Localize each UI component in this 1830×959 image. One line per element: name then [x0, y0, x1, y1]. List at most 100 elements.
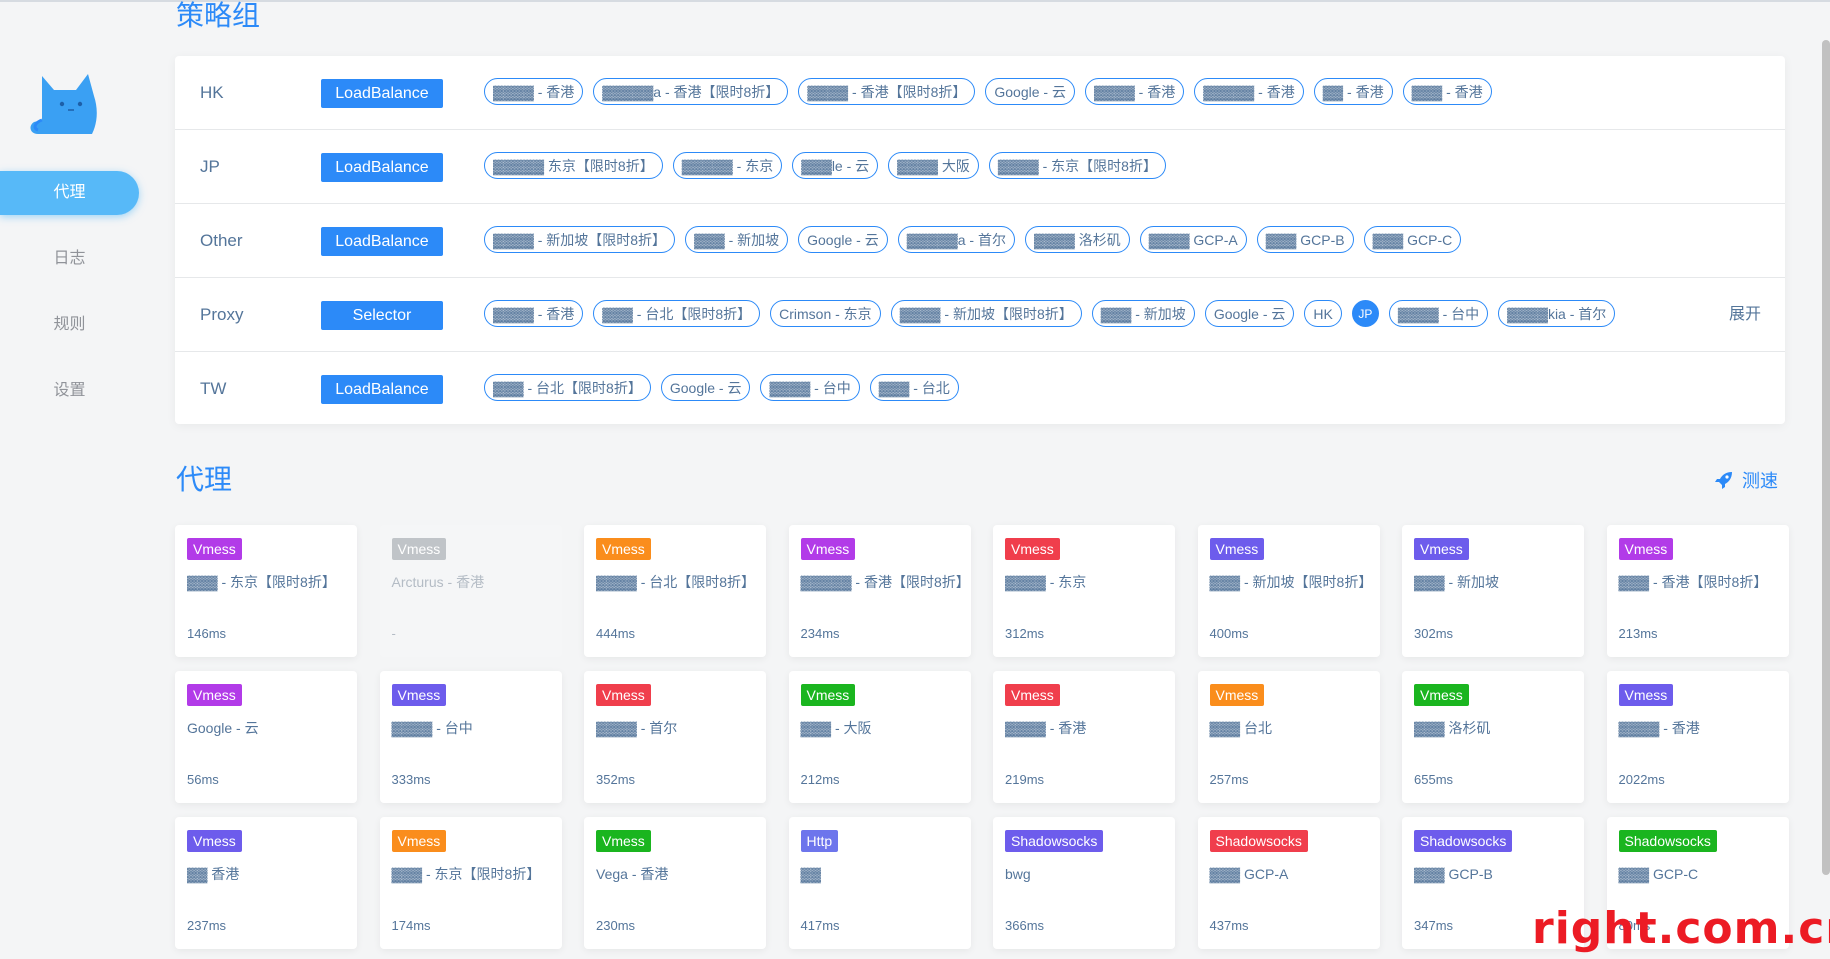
proxy-delay: -	[391, 626, 396, 641]
sidebar-item-2[interactable]: 规则	[0, 303, 139, 347]
proxy-name: ▓▓▓ GCP-C	[1618, 866, 1699, 882]
proxy-delay: 347ms	[1414, 918, 1454, 933]
proxy-type-badge: Shadowsocks	[1414, 830, 1513, 852]
window-top-border	[0, 0, 1830, 2]
proxy-chip[interactable]: ▓▓▓ - 台北【限时8折】	[593, 300, 761, 327]
proxy-chip[interactable]: ▓▓▓▓ - 香港	[1084, 78, 1185, 105]
proxy-card[interactable]: Vmess ▓▓▓▓ - 台中 333ms	[379, 671, 562, 803]
proxy-chip[interactable]: ▓▓▓ - 台北	[869, 374, 959, 401]
proxy-name: ▓▓▓ - 香港【限时8折】	[1618, 574, 1768, 590]
proxy-card[interactable]: Http ▓▓ 417ms	[788, 817, 971, 949]
proxy-card[interactable]: Shadowsocks bwg 366ms	[993, 817, 1175, 949]
proxy-card[interactable]: Vmess ▓▓▓ - 东京【限时8折】 174ms	[379, 817, 562, 949]
proxy-chip[interactable]: ▓▓▓▓ - 香港【限时8折】	[798, 78, 976, 105]
proxy-chip[interactable]: ▓▓▓▓▓a - 首尔	[897, 226, 1015, 253]
proxy-type-badge: Vmess	[187, 684, 242, 706]
proxy-chip[interactable]: ▓▓▓▓ - 新加坡【限时8折】	[890, 300, 1082, 327]
proxy-card[interactable]: Vmess ▓▓▓▓ - 首尔 352ms	[584, 671, 766, 803]
proxy-card[interactable]: Vmess ▓▓▓▓ - 香港 219ms	[993, 671, 1175, 803]
proxy-chip[interactable]: ▓▓▓▓▓ - 东京	[672, 152, 783, 179]
proxy-name: ▓▓▓▓ - 首尔	[596, 720, 678, 736]
proxy-chip[interactable]: JP	[1351, 300, 1379, 327]
proxy-chip[interactable]: ▓▓▓▓ - 香港	[484, 78, 584, 105]
proxy-delay: 56ms	[187, 772, 219, 787]
proxy-chip[interactable]: ▓▓▓ GCP-B	[1256, 226, 1354, 253]
proxy-chip[interactable]: ▓▓▓▓ 大阪	[888, 152, 979, 179]
proxy-chip[interactable]: Google - 云	[985, 78, 1075, 105]
proxy-chip[interactable]: ▓▓▓▓ 洛杉矶	[1024, 226, 1130, 253]
proxy-card[interactable]: Shadowsocks ▓▓▓ GCP-A 437ms	[1197, 817, 1380, 949]
proxy-card[interactable]: Vmess ▓▓▓▓▓ - 香港【限时8折】 234ms	[788, 525, 971, 657]
proxy-type-badge: Vmess	[1618, 538, 1674, 560]
proxy-chip[interactable]: ▓▓ - 香港	[1313, 78, 1393, 105]
proxy-card[interactable]: Vmess ▓▓▓ - 大阪 212ms	[788, 671, 971, 803]
proxy-name: Google - 云	[187, 720, 259, 736]
proxy-chip[interactable]: ▓▓▓▓ GCP-A	[1139, 226, 1247, 253]
proxy-type-badge: Shadowsocks	[1618, 830, 1717, 852]
proxy-chip[interactable]: ▓▓▓▓ - 香港	[484, 300, 584, 327]
proxy-card[interactable]: Vmess ▓▓▓ 洛杉矶 655ms	[1402, 671, 1584, 803]
group-type-badge: Selector	[321, 301, 443, 330]
proxy-chip[interactable]: HK	[1304, 300, 1342, 327]
proxy-type-badge: Vmess	[1414, 684, 1469, 706]
proxy-name: ▓▓▓▓ - 香港	[1618, 720, 1700, 736]
proxy-chip[interactable]: ▓▓▓ - 新加坡	[685, 226, 789, 253]
group-type-badge: LoadBalance	[321, 79, 443, 108]
proxy-delay: 174ms	[391, 918, 431, 933]
proxy-card[interactable]: Vmess ▓▓▓▓ - 香港 2022ms	[1606, 671, 1789, 803]
proxy-chip[interactable]: ▓▓▓▓▓a - 香港【限时8折】	[593, 78, 789, 105]
proxy-card[interactable]: Vmess Arcturus - 香港 -	[379, 525, 562, 657]
proxy-delay: 655ms	[1414, 772, 1454, 787]
proxy-card[interactable]: Vmess Google - 云 56ms	[175, 671, 357, 803]
proxy-chip[interactable]: Google - 云	[798, 226, 888, 253]
group-proxy-list: ▓▓▓▓▓ 东京【限时8折】 ▓▓▓▓▓ - 东京 ▓▓▓le - 云 ▓▓▓▓ 大阪…	[484, 152, 1166, 179]
proxy-card[interactable]: Vmess ▓▓ 香港 237ms	[175, 817, 357, 949]
proxy-delay: 437ms	[1209, 918, 1249, 933]
proxy-chip[interactable]: ▓▓▓▓ - 台中	[760, 374, 860, 401]
proxy-chip[interactable]: ▓▓▓ - 台北【限时8折】	[484, 374, 651, 401]
proxy-chip[interactable]: ▓▓▓ - 香港	[1402, 78, 1492, 105]
group-row: Other LoadBalance ▓▓▓▓ - 新加坡【限时8折】 ▓▓▓ - 新加…	[175, 204, 1785, 278]
proxy-chip[interactable]: ▓▓▓▓ - 台中	[1388, 300, 1489, 327]
group-row: TW LoadBalance ▓▓▓ - 台北【限时8折】 Google - 云 ▓▓▓…	[175, 352, 1785, 425]
sidebar-item-1[interactable]: 日志	[0, 237, 139, 281]
proxy-name: ▓▓▓ - 大阪	[800, 720, 872, 736]
proxy-chip[interactable]: Google - 云	[1204, 300, 1295, 327]
proxy-chip[interactable]: ▓▓▓▓ - 东京【限时8折】	[988, 152, 1166, 179]
proxy-card[interactable]: Vmess ▓▓▓ - 新加坡【限时8折】 400ms	[1197, 525, 1380, 657]
proxy-chip[interactable]: ▓▓▓▓kia - 首尔	[1498, 300, 1616, 327]
group-name: HK	[200, 83, 224, 102]
proxy-type-badge: Vmess	[1005, 684, 1060, 706]
sidebar-item-3[interactable]: 设置	[0, 369, 139, 413]
proxy-card[interactable]: Vmess ▓▓▓ - 东京【限时8折】 146ms	[175, 525, 357, 657]
proxy-chip[interactable]: ▓▓▓▓▓ - 香港	[1194, 78, 1304, 105]
proxy-chip[interactable]: Crimson - 东京	[770, 300, 881, 327]
proxy-card[interactable]: Vmess ▓▓▓ - 新加坡 302ms	[1402, 525, 1584, 657]
expand-button[interactable]: 展开	[1729, 278, 1761, 351]
proxy-chip[interactable]: ▓▓▓ - 新加坡	[1091, 300, 1195, 327]
proxy-chip[interactable]: ▓▓▓▓ - 新加坡【限时8折】	[484, 226, 676, 253]
proxy-name: ▓▓▓ GCP-B	[1414, 866, 1493, 882]
group-row: HK LoadBalance ▓▓▓▓ - 香港 ▓▓▓▓▓a - 香港【限时8折】 ▓…	[175, 56, 1785, 130]
proxy-name: ▓▓▓▓ - 台中	[391, 720, 473, 736]
proxy-delay: 400ms	[1209, 626, 1249, 641]
proxy-chip[interactable]: ▓▓▓ GCP-C	[1363, 226, 1462, 253]
sidebar-item-0[interactable]: 代理	[0, 171, 139, 215]
proxy-chip[interactable]: Google - 云	[660, 374, 751, 401]
proxy-delay: 257ms	[1209, 772, 1249, 787]
proxy-card[interactable]: Vmess Vega - 香港 230ms	[584, 817, 766, 949]
proxy-type-badge: Vmess	[1005, 538, 1060, 560]
proxy-type-badge: Vmess	[596, 538, 651, 560]
group-name: TW	[200, 379, 227, 398]
proxy-chip[interactable]: ▓▓▓▓▓ 东京【限时8折】	[484, 152, 663, 179]
proxy-chip[interactable]: ▓▓▓le - 云	[792, 152, 879, 179]
proxy-card[interactable]: Vmess ▓▓▓ 台北 257ms	[1197, 671, 1380, 803]
speedtest-label: 测速	[1742, 471, 1778, 491]
proxy-card[interactable]: Vmess ▓▓▓▓ - 东京 312ms	[993, 525, 1175, 657]
group-proxy-list: ▓▓▓▓ - 香港 ▓▓▓ - 台北【限时8折】 Crimson - 东京 ▓▓▓▓ …	[484, 300, 1616, 327]
speedtest-button[interactable]: 测速	[1714, 467, 1778, 493]
scrollbar[interactable]	[1822, 40, 1830, 875]
group-name: Other	[200, 231, 243, 250]
proxy-card[interactable]: Vmess ▓▓▓▓ - 台北【限时8折】 444ms	[584, 525, 766, 657]
proxy-card[interactable]: Vmess ▓▓▓ - 香港【限时8折】 213ms	[1606, 525, 1789, 657]
